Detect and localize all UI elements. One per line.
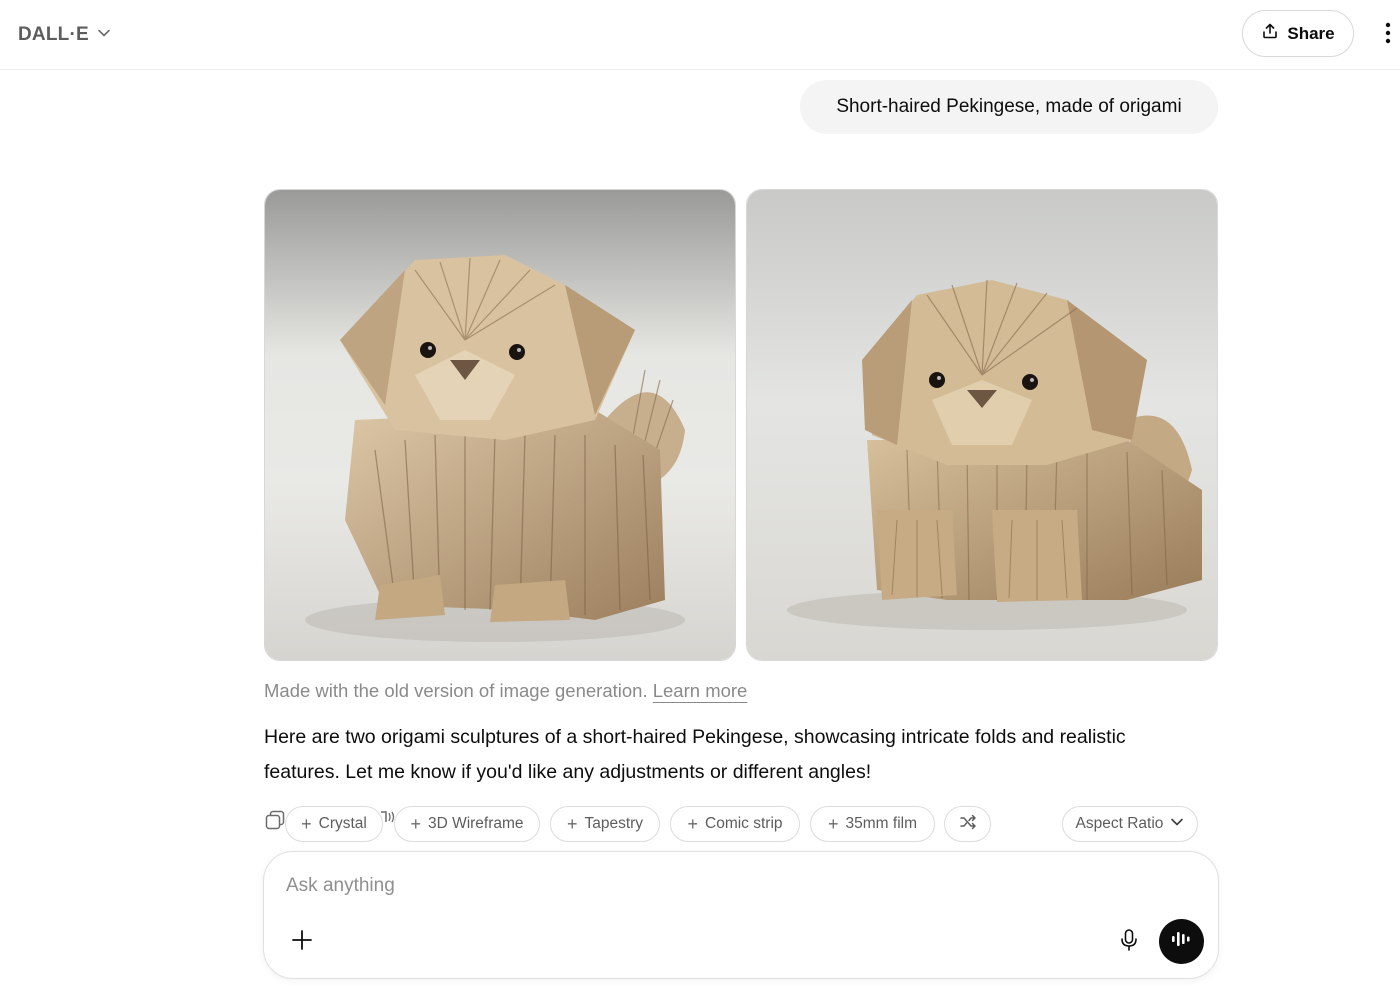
plus-icon: + bbox=[301, 814, 312, 834]
user-message-text: Short-haired Pekingese, made of origami bbox=[836, 96, 1182, 117]
image-generation-note: Made with the old version of image gener… bbox=[264, 680, 747, 702]
style-chip-3d-wireframe[interactable]: + 3D Wireframe bbox=[394, 806, 540, 842]
voice-mode-button[interactable] bbox=[1159, 919, 1204, 964]
origami-dog-image-2 bbox=[747, 190, 1217, 660]
chip-label: Comic strip bbox=[705, 815, 783, 832]
share-label: Share bbox=[1287, 23, 1335, 43]
origami-dog-image-1 bbox=[265, 190, 735, 660]
plus-icon: + bbox=[828, 814, 839, 834]
user-message-bubble: Short-haired Pekingese, made of origami bbox=[800, 80, 1218, 134]
shuffle-icon bbox=[959, 813, 977, 836]
style-chip-crystal[interactable]: + Crystal bbox=[285, 806, 383, 842]
model-selector[interactable]: DALL·E bbox=[18, 20, 111, 50]
copy-icon[interactable] bbox=[264, 809, 286, 831]
chip-label: 35mm film bbox=[845, 815, 917, 832]
ask-anything-input[interactable] bbox=[286, 870, 1106, 902]
style-chip-tapestry[interactable]: + Tapestry bbox=[550, 806, 660, 842]
style-chip-35mm-film[interactable]: + 35mm film bbox=[810, 806, 935, 842]
message-composer bbox=[263, 851, 1219, 979]
more-options-button[interactable] bbox=[1376, 18, 1400, 52]
plus-icon: + bbox=[410, 814, 421, 834]
style-chip-comic-strip[interactable]: + Comic strip bbox=[670, 806, 800, 842]
model-name: DALL·E bbox=[18, 24, 89, 45]
chevron-down-icon bbox=[97, 26, 111, 45]
chip-label: Tapestry bbox=[584, 815, 644, 832]
generated-image-1[interactable] bbox=[264, 189, 736, 661]
microphone-icon bbox=[1119, 928, 1139, 957]
assistant-reply: Here are two origami sculptures of a sho… bbox=[264, 726, 1126, 783]
plus-icon: + bbox=[687, 814, 698, 834]
chevron-down-icon bbox=[1170, 815, 1184, 834]
style-chip-row: + Crystal + 3D Wireframe + Tapestry + Co… bbox=[264, 806, 1204, 842]
dictate-button[interactable] bbox=[1115, 928, 1143, 956]
shuffle-style-button[interactable] bbox=[944, 806, 991, 842]
share-upload-icon bbox=[1261, 22, 1279, 45]
learn-more-link[interactable]: Learn more bbox=[653, 680, 748, 701]
chip-label: Crystal bbox=[318, 815, 367, 832]
aspect-ratio-label: Aspect Ratio bbox=[1075, 815, 1164, 832]
attach-button[interactable] bbox=[286, 926, 318, 958]
generated-image-2[interactable] bbox=[746, 189, 1218, 661]
share-button[interactable]: Share bbox=[1242, 10, 1354, 57]
voice-waveform-icon bbox=[1171, 930, 1193, 953]
top-bar: DALL·E Share bbox=[0, 0, 1400, 70]
vertical-ellipsis-icon bbox=[1385, 22, 1391, 49]
note-text: Made with the old version of image gener… bbox=[264, 680, 648, 701]
aspect-ratio-dropdown[interactable]: Aspect Ratio bbox=[1062, 806, 1198, 842]
plus-icon: + bbox=[566, 814, 578, 834]
chip-label: 3D Wireframe bbox=[427, 815, 524, 832]
plus-icon bbox=[291, 929, 313, 956]
